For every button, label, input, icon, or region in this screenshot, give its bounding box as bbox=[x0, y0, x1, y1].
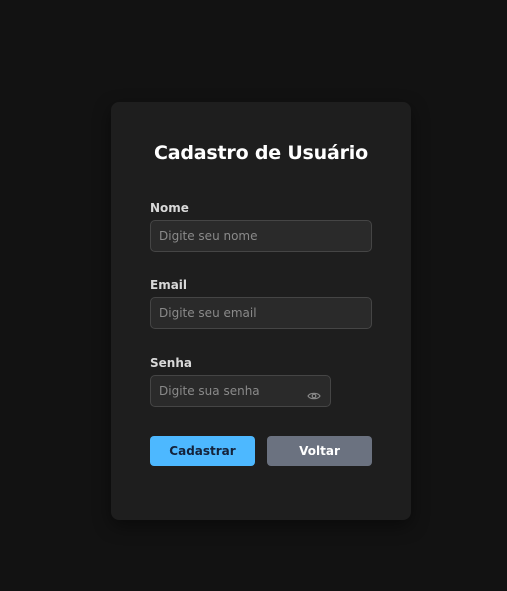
register-card: Cadastro de Usuário Nome Email Senha Cad… bbox=[111, 102, 411, 520]
page-title: Cadastro de Usuário bbox=[154, 142, 368, 164]
name-label: Nome bbox=[150, 201, 189, 215]
name-input[interactable] bbox=[150, 220, 372, 252]
email-input[interactable] bbox=[150, 297, 372, 329]
password-input[interactable] bbox=[150, 375, 331, 407]
register-button[interactable]: Cadastrar bbox=[150, 436, 255, 466]
email-label: Email bbox=[150, 278, 188, 292]
password-label: Senha bbox=[150, 356, 192, 370]
back-button[interactable]: Voltar bbox=[267, 436, 372, 466]
eye-icon[interactable] bbox=[307, 389, 321, 403]
